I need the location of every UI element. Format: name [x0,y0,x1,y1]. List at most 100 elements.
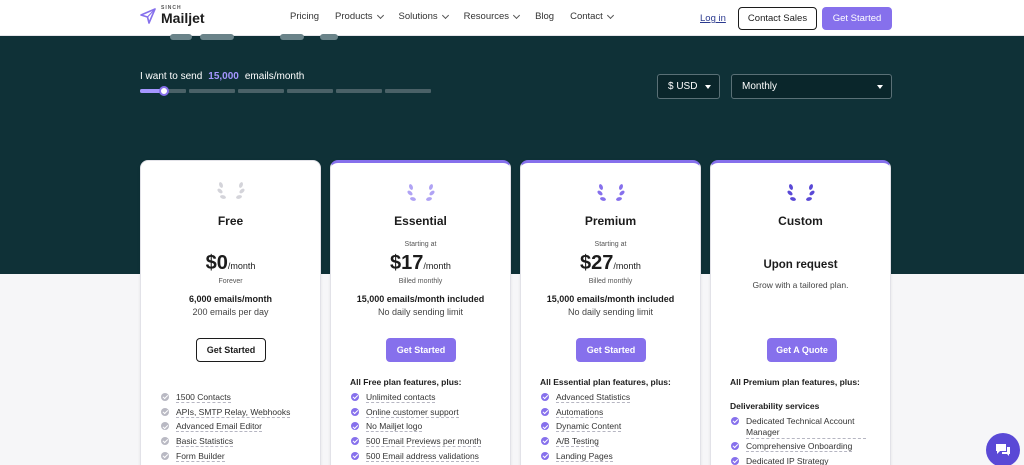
currency-select[interactable]: $ USD [657,74,720,99]
caret-down-icon [705,85,711,89]
slider-thumb[interactable] [159,86,169,96]
feature-label[interactable]: 500 Email address validations [366,451,479,462]
volume-slider[interactable] [140,86,434,96]
menu-item-blog[interactable]: Blog [535,11,554,22]
plan-name: Custom [778,214,823,228]
email-allowance: 15,000 emails/month included [356,294,485,304]
chat-launcher-button[interactable] [986,433,1020,465]
list-item: Unlimited contacts [351,392,481,407]
list-item: Automations [541,407,630,422]
plan-name: Premium [584,214,637,228]
feature-label[interactable]: Basic Statistics [176,436,234,448]
chevron-down-icon [606,11,614,19]
get-started-free-button[interactable]: Get Started [196,338,266,362]
get-started-button[interactable]: Get Started [822,7,892,30]
feature-label[interactable]: A/B Testing [556,436,599,448]
list-item: Advanced Email Editor [161,421,290,436]
billing-period-select[interactable]: Monthly [731,74,892,99]
list-item: 500 Email address validations [351,451,481,465]
feature-label[interactable]: Form Builder [176,451,225,462]
check-icon [351,407,359,416]
chat-bubble-icon [996,444,1010,456]
list-item: A/B Testing [541,436,630,451]
list-item: Landing Pages [541,451,630,465]
deliverability-heading: Deliverability services [730,401,820,411]
feature-list: Advanced Statistics Automations Dynamic … [541,392,631,465]
slider-segment [385,89,431,93]
list-item: Dedicated IP Strategy [731,456,866,465]
menu-item-pricing[interactable]: Pricing [290,11,319,22]
feature-label[interactable]: 1500 Contacts [176,392,231,403]
paper-plane-icon [140,7,156,24]
laurel-wreath-icon [407,184,435,201]
feature-label[interactable]: Advanced Statistics [556,392,631,403]
plan-price: $17/month [331,252,510,275]
check-icon [541,407,549,416]
feature-label[interactable]: Dedicated Technical Account Manager [746,416,866,439]
top-navigation: SINCH Mailjet Pricing Products Solutions… [0,0,1024,36]
features-heading: All Premium plan features, plus: [730,377,860,387]
price-upon-request: Upon request [763,259,838,271]
starting-at: Starting at [594,241,627,248]
feature-label[interactable]: No Mailjet logo [366,421,423,433]
feature-label[interactable]: Advanced Email Editor [176,421,262,433]
list-item: Comprehensive Onboarding [731,441,866,456]
check-icon [731,442,739,450]
check-icon [161,451,169,460]
billing-note: Billed monthly [588,278,633,285]
laurel-wreath-icon [217,182,245,199]
plan-card-custom: Custom Upon request Grow with a tailored… [710,160,891,465]
feature-label[interactable]: 500 Email Previews per month [366,436,482,448]
billing-note: Forever [218,278,243,285]
check-icon [161,422,169,431]
email-limit: 200 emails per day [192,307,269,317]
chevron-down-icon [513,11,521,19]
feature-label[interactable]: Unlimited contacts [366,392,436,403]
menu-label: Contact [570,11,603,22]
mailjet-logo[interactable]: SINCH Mailjet [140,6,205,25]
slider-segment [287,89,333,93]
price-amount: $27 [580,252,614,274]
get-a-quote-button[interactable]: Get A Quote [767,338,837,362]
list-item: 500 Email Previews per month [351,436,482,451]
contact-sales-button[interactable]: Contact Sales [738,7,817,30]
feature-label[interactable]: Dedicated IP Strategy [746,456,829,465]
check-icon [541,393,549,401]
plan-card-free: Free $0/month Forever 6,000 emails/month… [140,160,321,465]
features-heading: All Free plan features, plus: [350,377,462,387]
check-icon [731,456,739,465]
get-started-essential-button[interactable]: Get Started [386,338,456,362]
list-item: Form Builder [161,451,290,465]
check-icon [541,437,549,446]
check-icon [161,407,169,416]
logo-brand: Mailjet [161,10,205,26]
get-started-premium-button[interactable]: Get Started [576,338,646,362]
feature-label[interactable]: Landing Pages [556,451,613,462]
period-value: Monthly [742,81,778,92]
feature-label[interactable]: Comprehensive Onboarding [746,441,853,452]
menu-item-solutions[interactable]: Solutions [399,11,449,22]
slider-segment [336,89,382,93]
login-link[interactable]: Log in [700,13,726,24]
feature-label[interactable]: APIs, SMTP Relay, Webhooks [176,407,291,418]
volume-suffix: emails/month [244,71,305,82]
main-menu: Pricing Products Solutions Resources Blo… [290,11,614,22]
list-item: APIs, SMTP Relay, Webhooks [161,407,291,422]
volume-amount: 15,000 [208,71,239,82]
feature-label[interactable]: Dynamic Content [556,421,622,433]
slider-segment [189,89,235,93]
menu-item-contact[interactable]: Contact [570,11,614,22]
price-period: /month [423,261,451,271]
price-amount: $17 [390,252,424,274]
feature-label[interactable]: Online customer support [366,407,459,418]
check-icon [351,422,359,431]
feature-label[interactable]: Automations [556,407,604,418]
menu-item-products[interactable]: Products [335,11,384,22]
plan-price: $27/month [521,252,700,275]
laurel-wreath-icon [787,184,815,201]
menu-item-resources[interactable]: Resources [464,11,521,22]
currency-value: $ USD [668,81,698,92]
check-icon [161,437,169,446]
features-heading: All Essential plan features, plus: [540,377,671,387]
feature-list: 1500 Contacts APIs, SMTP Relay, Webhooks… [161,392,291,465]
